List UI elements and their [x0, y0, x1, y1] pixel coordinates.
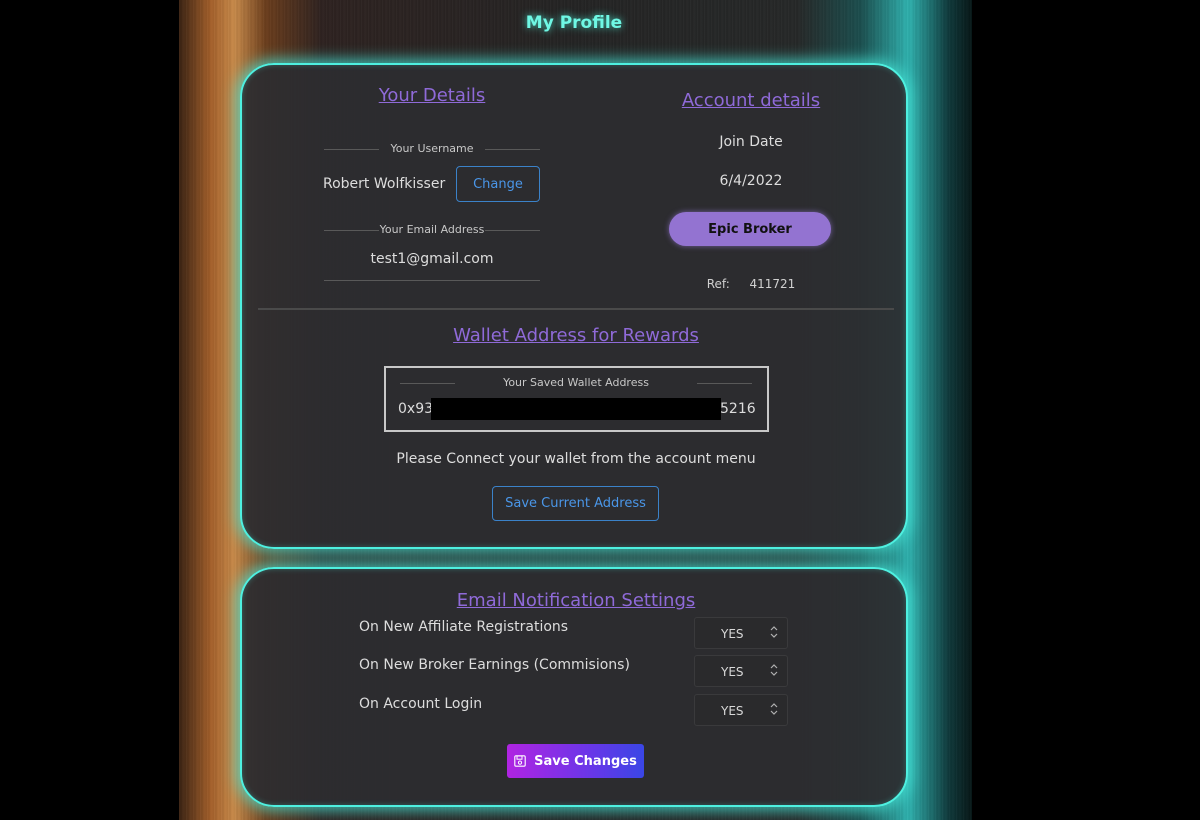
save-changes-button[interactable]: Save Changes — [507, 744, 644, 778]
join-date-label: Join Date — [719, 134, 783, 150]
page-title: My Profile — [525, 13, 623, 33]
your-details-heading[interactable]: Your Details — [332, 85, 532, 106]
save-changes-label: Save Changes — [534, 753, 637, 769]
ref-row: Ref: 411721 — [651, 277, 851, 291]
account-details-heading[interactable]: Account details — [651, 90, 851, 111]
section-divider — [258, 308, 894, 310]
select-value: YES — [721, 665, 744, 679]
saved-wallet-label: Your Saved Wallet Address — [400, 376, 752, 389]
email-underline — [324, 280, 540, 281]
notif-earnings-select[interactable]: YES — [694, 655, 788, 687]
username-label: Your Username — [324, 142, 540, 155]
change-username-button[interactable]: Change — [456, 166, 540, 202]
notif-login-label: On Account Login — [359, 696, 483, 712]
connect-wallet-message: Please Connect your wallet from the acco… — [396, 451, 756, 467]
notif-affiliate-select[interactable]: YES — [694, 617, 788, 649]
profile-card: Your Details Your Username Robert Wolfki… — [240, 63, 908, 549]
username-value: Robert Wolfkisser — [323, 176, 446, 192]
email-label: Your Email Address — [324, 223, 540, 236]
join-date-value: 6/4/2022 — [719, 173, 783, 189]
wallet-address-prefix: 0x93 — [398, 401, 434, 417]
floppy-disk-icon — [514, 755, 526, 767]
redacted-address — [431, 398, 721, 420]
chevron-up-down-icon — [770, 626, 778, 638]
save-current-address-button[interactable]: Save Current Address — [492, 486, 659, 521]
select-value: YES — [721, 627, 744, 641]
chevron-up-down-icon — [770, 664, 778, 676]
email-value: test1@gmail.com — [370, 251, 494, 267]
notif-earnings-label: On New Broker Earnings (Commisions) — [359, 657, 630, 673]
notif-affiliate-label: On New Affiliate Registrations — [359, 619, 569, 635]
notif-login-select[interactable]: YES — [694, 694, 788, 726]
wallet-address-suffix: 5216 — [720, 401, 756, 417]
chevron-up-down-icon — [770, 703, 778, 715]
ref-value: 411721 — [749, 277, 796, 291]
wallet-heading[interactable]: Wallet Address for Rewards — [426, 325, 726, 346]
select-value: YES — [721, 704, 744, 718]
rank-badge: Epic Broker — [669, 212, 831, 246]
notifications-heading[interactable]: Email Notification Settings — [426, 590, 726, 611]
ref-label: Ref: — [706, 277, 730, 291]
notification-card: Email Notification Settings On New Affil… — [240, 567, 908, 807]
